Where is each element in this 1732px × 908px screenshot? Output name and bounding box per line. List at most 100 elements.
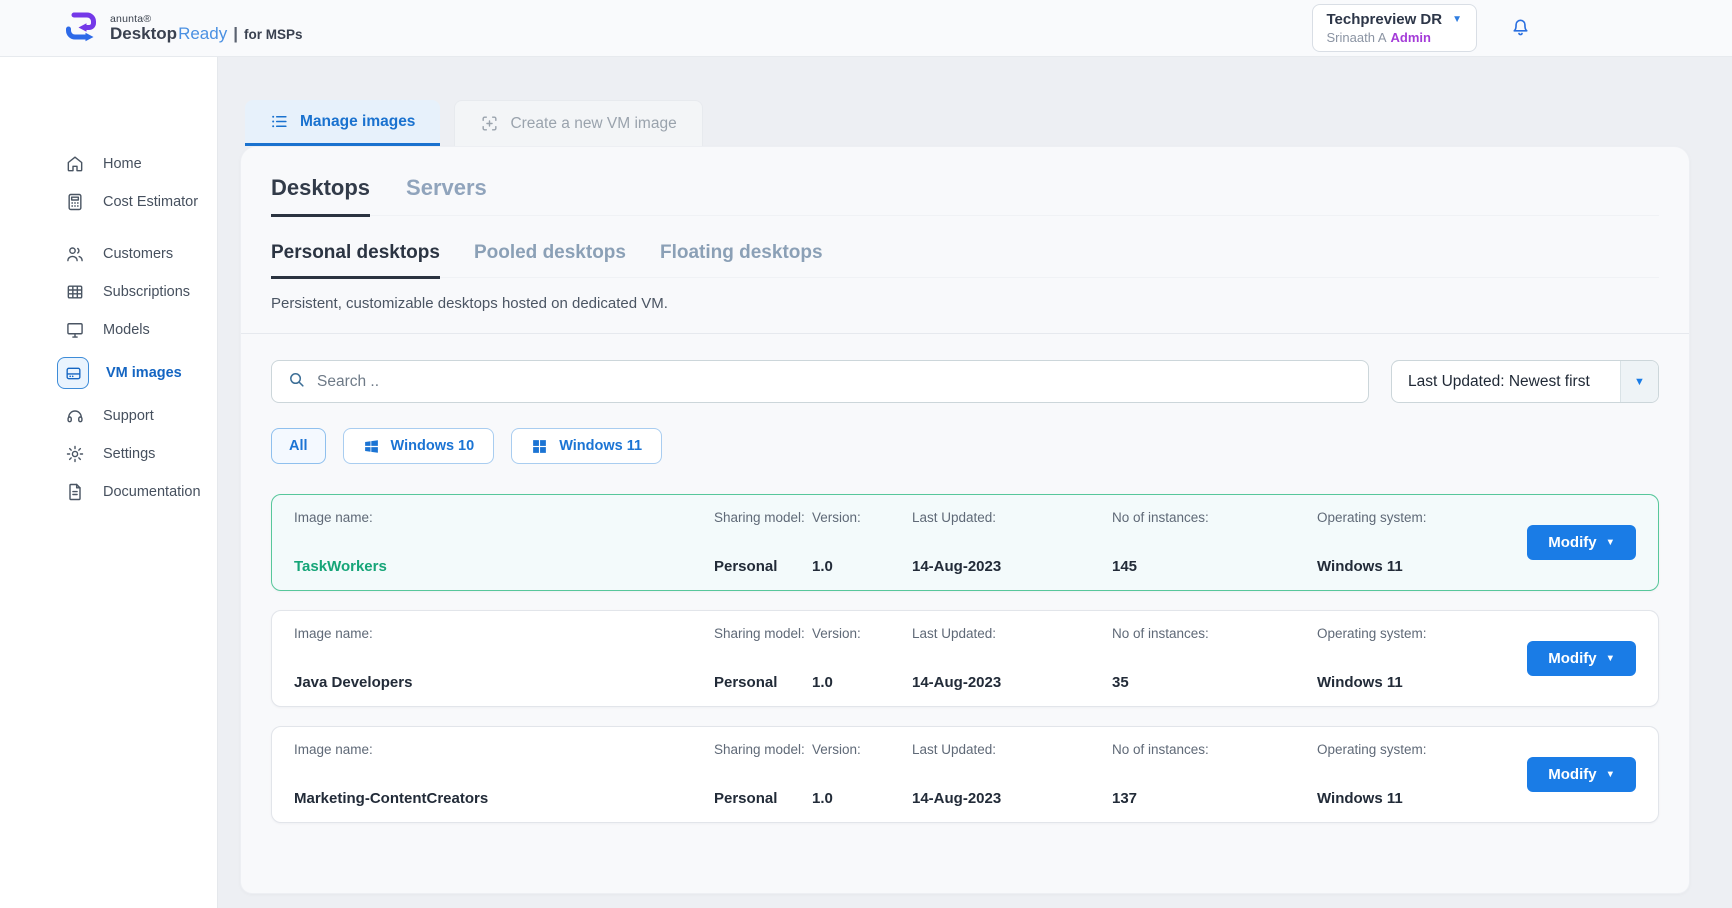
crop-plus-icon — [480, 114, 499, 133]
last-updated-label: Last Updated: — [912, 742, 997, 757]
tab-pooled-desktops[interactable]: Pooled desktops — [474, 242, 626, 277]
desktop-type-tabs: Personal desktops Pooled desktops Floati… — [271, 216, 1659, 279]
tab-label: Manage images — [300, 112, 416, 130]
sidebar-item-label: Cost Estimator — [103, 194, 199, 210]
tab-create-vm-image[interactable]: Create a new VM image — [454, 100, 703, 146]
sidebar-item-models[interactable]: Models — [0, 311, 217, 349]
users-icon — [64, 243, 86, 265]
modify-label: Modify — [1548, 534, 1597, 551]
filter-label: All — [289, 438, 308, 454]
tab-label: Create a new VM image — [510, 114, 677, 132]
gear-icon — [64, 443, 86, 465]
monitor-icon — [64, 319, 86, 341]
modify-button[interactable]: Modify ▼ — [1527, 641, 1636, 676]
user-role-badge: Admin — [1390, 30, 1431, 45]
os-label: Operating system: — [1317, 510, 1427, 525]
app-header: anunta® Desktop Ready | for MSPs Techpre… — [0, 0, 1732, 57]
vm-image-row[interactable]: Image name: Marketing-ContentCreators Sh… — [271, 726, 1659, 823]
brand-product-accent: Ready — [178, 23, 228, 43]
sort-dropdown[interactable]: Last Updated: Newest first ▼ — [1391, 360, 1659, 403]
last-updated-value: 14-Aug-2023 — [912, 558, 1002, 575]
bell-icon — [1509, 19, 1532, 41]
image-name-value: Marketing-ContentCreators — [294, 790, 489, 807]
sharing-model-value: Personal — [714, 790, 778, 807]
filter-windows-11[interactable]: Windows 11 — [511, 428, 663, 464]
sharing-model-label: Sharing model: — [714, 626, 805, 641]
tab-manage-images[interactable]: Manage images — [245, 100, 441, 146]
sidebar-item-support[interactable]: Support — [0, 397, 217, 435]
modify-label: Modify — [1548, 650, 1597, 667]
last-updated-value: 14-Aug-2023 — [912, 674, 1002, 691]
brand-separator: | — [233, 23, 238, 43]
instances-label: No of instances: — [1112, 742, 1209, 757]
calculator-icon — [64, 191, 86, 213]
list-icon — [270, 112, 289, 131]
image-name-label: Image name: — [294, 510, 373, 525]
filter-label: Windows 10 — [390, 438, 475, 454]
caret-down-icon: ▼ — [1452, 14, 1462, 25]
sidebar-item-customers[interactable]: Customers — [0, 235, 217, 273]
caret-down-icon: ▼ — [1620, 361, 1658, 402]
sharing-model-label: Sharing model: — [714, 742, 805, 757]
sort-selected-value: Last Updated: Newest first — [1408, 372, 1590, 390]
account-switcher[interactable]: Techpreview DR ▼ Srinaath A Admin — [1311, 4, 1477, 52]
filter-windows-10[interactable]: Windows 10 — [342, 428, 495, 464]
last-updated-label: Last Updated: — [912, 626, 997, 641]
image-name-label: Image name: — [294, 626, 373, 641]
search-icon — [287, 370, 306, 394]
windows-10-icon — [363, 438, 380, 455]
sidebar-item-subscriptions[interactable]: Subscriptions — [0, 273, 217, 311]
headset-icon — [64, 405, 86, 427]
filter-label: Windows 11 — [559, 438, 643, 454]
sidebar-item-label: Settings — [103, 446, 156, 462]
tab-floating-desktops[interactable]: Floating desktops — [660, 242, 823, 277]
sidebar-item-label: Home — [103, 156, 142, 172]
manage-images-panel: Desktops Servers Personal desktops Poole… — [240, 146, 1690, 894]
tab-description: Persistent, customizable desktops hosted… — [271, 295, 668, 312]
modify-button[interactable]: Modify ▼ — [1527, 757, 1636, 792]
image-name-value: TaskWorkers — [294, 558, 387, 575]
sidebar-item-vm-images[interactable]: VM images — [0, 349, 217, 397]
modify-button[interactable]: Modify ▼ — [1527, 525, 1636, 560]
sidebar-item-label: Subscriptions — [103, 284, 191, 300]
sidebar-item-cost-estimator[interactable]: Cost Estimator — [0, 183, 217, 221]
document-icon — [64, 481, 86, 503]
brand-product-primary: Desktop — [110, 23, 178, 43]
grid-table-icon — [64, 281, 86, 303]
caret-down-icon: ▼ — [1605, 653, 1615, 664]
notifications-button[interactable] — [1509, 15, 1532, 41]
sidebar-item-label: Customers — [103, 246, 174, 262]
caret-down-icon: ▼ — [1605, 769, 1615, 780]
brand-company: anunta® — [110, 12, 152, 25]
sharing-model-label: Sharing model: — [714, 510, 805, 525]
image-name-value: Java Developers — [294, 674, 413, 691]
sidebar-item-documentation[interactable]: Documentation — [0, 473, 217, 511]
os-label: Operating system: — [1317, 742, 1427, 757]
version-label: Version: — [812, 626, 861, 641]
caret-down-icon: ▼ — [1605, 537, 1615, 548]
sidebar-item-label: Models — [103, 322, 150, 338]
os-label: Operating system: — [1317, 626, 1427, 641]
category-tabs: Desktops Servers — [271, 147, 1659, 217]
sidebar-item-label: VM images — [106, 365, 182, 381]
filter-all[interactable]: All — [271, 428, 326, 464]
tab-servers[interactable]: Servers — [406, 175, 487, 215]
user-name: Srinaath A — [1326, 30, 1387, 45]
os-value: Windows 11 — [1317, 558, 1403, 575]
brand-logo: anunta® Desktop Ready | for MSPs — [62, 8, 303, 49]
brand-suffix: for MSPs — [243, 26, 303, 42]
sidebar-item-label: Documentation — [103, 484, 201, 500]
version-value: 1.0 — [812, 558, 833, 575]
vm-image-row[interactable]: Image name: TaskWorkers Sharing model: P… — [271, 494, 1659, 591]
tenant-name: Techpreview DR — [1326, 11, 1443, 28]
tab-personal-desktops[interactable]: Personal desktops — [271, 242, 440, 279]
image-tabs: Manage images Create a new VM image — [245, 100, 1732, 146]
os-filter-chips: All Windows 10 Windows 11 — [271, 428, 1659, 464]
sharing-model-value: Personal — [714, 558, 778, 575]
vm-image-row[interactable]: Image name: Java Developers Sharing mode… — [271, 610, 1659, 707]
search-input[interactable] — [317, 372, 1353, 391]
sidebar-item-settings[interactable]: Settings — [0, 435, 217, 473]
sidebar-item-home[interactable]: Home — [0, 145, 217, 183]
version-label: Version: — [812, 742, 861, 757]
tab-desktops[interactable]: Desktops — [271, 175, 371, 217]
